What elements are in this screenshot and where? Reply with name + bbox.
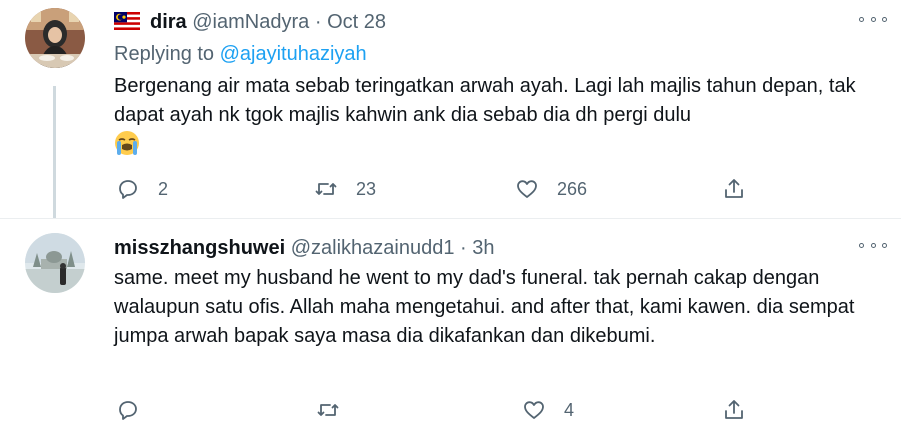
avatar[interactable] [25,233,85,293]
mention-link[interactable]: @ajayituhaziyah [220,43,367,65]
retweet-icon [315,183,337,195]
timestamp[interactable]: 3h [472,237,494,259]
tweet-actions: 2 23 266 [0,176,901,202]
separator: · [460,237,467,259]
heart-icon [524,401,544,419]
retweet-button[interactable] [316,397,358,423]
tweet[interactable]: dira @iamNadyra · Oct 28 Replying to @aj… [0,0,901,219]
tweet-text: same. meet my husband he went to my dad'… [114,267,855,347]
dot-icon [882,16,887,22]
more-options-button[interactable] [859,12,887,26]
reply-button[interactable]: 2 [116,176,168,202]
dot-icon [859,242,864,248]
retweet-icon [317,404,339,416]
tweet-header: misszhangshuwei @zalikhazainudd1 · 3h [114,235,881,261]
dot-icon [870,16,876,22]
tweet[interactable]: misszhangshuwei @zalikhazainudd1 · 3h sa… [0,219,901,430]
user-handle[interactable]: @iamNadyra [192,11,309,33]
tweet-text-content: Bergenang air mata sebab teringatkan arw… [114,75,856,126]
separator: · [314,11,322,33]
loudly-crying-face-icon [114,130,140,165]
reply-icon [119,180,137,199]
heart-icon [517,180,537,198]
reply-count: 2 [158,178,169,199]
display-name[interactable]: dira [150,11,187,33]
malaysia-flag-icon [114,11,140,37]
like-count: 4 [564,399,575,420]
tweet-actions: 4 [0,397,901,423]
timestamp[interactable]: Oct 28 [327,11,386,33]
more-options-button[interactable] [859,238,887,252]
dot-icon [870,242,876,248]
like-count: 266 [557,178,588,199]
share-icon [725,179,743,198]
reply-icon [119,401,137,420]
like-button[interactable]: 4 [522,397,574,423]
avatar[interactable] [25,8,85,68]
retweet-button[interactable]: 23 [314,176,376,202]
dot-icon [859,16,864,22]
replying-label: Replying to [114,43,215,65]
retweet-count: 23 [356,178,377,199]
tweet-header: dira @iamNadyra · Oct 28 [114,9,881,35]
share-icon [725,400,743,419]
reply-button[interactable] [116,397,158,423]
user-handle[interactable]: @zalikhazainudd1 [291,237,455,259]
share-button[interactable] [722,176,746,202]
share-button[interactable] [722,397,746,423]
tweet-text: Bergenang air mata sebab teringatkan arw… [114,72,881,165]
replying-to: Replying to @ajayituhaziyah [114,41,881,67]
dot-icon [882,242,887,248]
like-button[interactable]: 266 [515,176,587,202]
display-name[interactable]: misszhangshuwei [114,237,285,259]
